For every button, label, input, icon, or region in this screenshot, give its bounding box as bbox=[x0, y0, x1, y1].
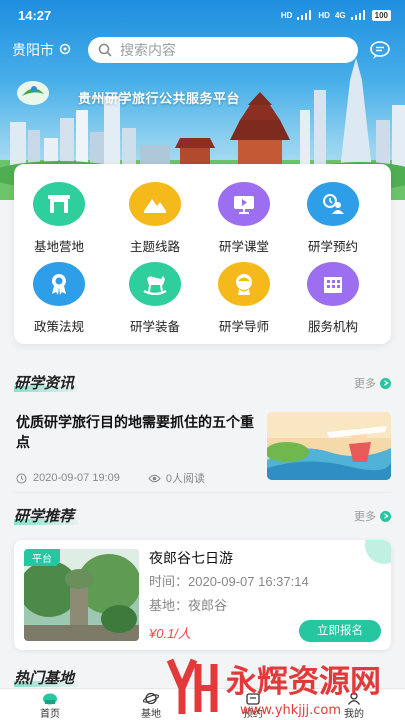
menu-label: 政策法规 bbox=[33, 320, 84, 334]
menu-label: 服务机构 bbox=[307, 320, 358, 334]
recommend-price: ¥0.1/人 bbox=[149, 626, 191, 641]
hd-label-2: HD bbox=[318, 10, 330, 20]
news-section-title: 研学资讯 bbox=[14, 372, 79, 393]
menu-label: 基地营地 bbox=[33, 240, 84, 254]
recommend-time: 时间：2020-09-07 16:37:14 bbox=[149, 574, 309, 589]
news-more-link[interactable]: 更多 bbox=[354, 375, 391, 391]
svg-text:永辉资源网: 永辉资源网 bbox=[226, 664, 381, 700]
recommend-section-title: 研学推荐 bbox=[14, 505, 79, 526]
net-gen-label: 4G bbox=[334, 10, 346, 20]
mountain-icon bbox=[129, 182, 181, 226]
watermark-logo: 永辉资源网 www.yhkjjj.com bbox=[166, 658, 381, 718]
home-icon bbox=[43, 693, 57, 704]
news-time: 2020-09-07 19:09 bbox=[33, 472, 120, 484]
status-time: 14:27 bbox=[18, 7, 52, 23]
planet-icon bbox=[143, 692, 159, 704]
menu-item-policy[interactable]: 政策法规 bbox=[14, 262, 104, 335]
news-title: 优质研学旅行目的地需要抓住的五个重点 bbox=[16, 414, 254, 450]
card-corner-decoration bbox=[365, 540, 391, 564]
gate-icon bbox=[33, 182, 85, 226]
menu-item-equipment[interactable]: 研学装备 bbox=[110, 262, 200, 335]
menu-item-classroom[interactable]: 研学课堂 bbox=[199, 182, 289, 255]
menu-item-service-org[interactable]: 服务机构 bbox=[288, 262, 378, 335]
city-label: 贵阳市 bbox=[12, 42, 54, 58]
status-indicators: HD HD 4G 100 bbox=[280, 9, 391, 21]
message-icon[interactable] bbox=[369, 40, 391, 60]
hot-section-title: 热门基地 bbox=[14, 667, 79, 688]
menu-label: 研学装备 bbox=[129, 320, 180, 334]
location-icon bbox=[59, 43, 71, 55]
section-divider bbox=[14, 492, 391, 493]
top-bar: 贵阳市 搜索内容 bbox=[0, 36, 405, 64]
more-label: 更多 bbox=[354, 378, 376, 390]
chevron-right-icon bbox=[380, 510, 391, 522]
recommend-section-header: 研学推荐 更多 bbox=[14, 505, 391, 527]
search-placeholder: 搜索内容 bbox=[120, 42, 176, 58]
hd-label: HD bbox=[280, 10, 293, 20]
recommend-card[interactable]: 平台 夜郎谷七日游 时间：2020-09-07 16:37:14 基地：夜郎谷 … bbox=[14, 540, 391, 650]
chevron-right-icon bbox=[380, 377, 391, 389]
tab-home[interactable]: 首页 bbox=[20, 691, 80, 720]
city-selector[interactable]: 贵阳市 bbox=[12, 40, 72, 60]
menu-label: 研学预约 bbox=[307, 240, 358, 254]
status-bar: 14:27 HD HD 4G 100 bbox=[0, 0, 405, 30]
news-meta: 2020-09-07 19:09 0人阅读 bbox=[16, 470, 205, 486]
news-views: 0人阅读 bbox=[148, 470, 205, 486]
tab-label: 首页 bbox=[40, 709, 60, 720]
menu-item-base-camp[interactable]: 基地营地 bbox=[14, 182, 104, 255]
teacher-icon bbox=[218, 262, 270, 306]
menu-item-theme-route[interactable]: 主题线路 bbox=[110, 182, 200, 255]
recommend-title: 夜郎谷七日游 bbox=[149, 550, 233, 566]
menu-item-tutor[interactable]: 研学导师 bbox=[199, 262, 289, 335]
badge-icon bbox=[33, 262, 85, 306]
signal-icon-2 bbox=[350, 10, 367, 20]
user-clock-icon bbox=[307, 182, 359, 226]
menu-label: 研学课堂 bbox=[218, 240, 269, 254]
battery-icon: 100 bbox=[371, 9, 391, 21]
more-label: 更多 bbox=[354, 511, 376, 523]
menu-item-booking[interactable]: 研学预约 bbox=[288, 182, 378, 255]
platform-logo bbox=[17, 81, 49, 105]
banner-title: 贵州研学旅行公共服务平台 bbox=[78, 91, 241, 106]
building-icon bbox=[307, 262, 359, 306]
feature-menu: 基地营地 主题线路 研学课堂 研学预约 政策法规 研学装备 研学导师 服务机构 bbox=[14, 164, 391, 344]
eye-icon bbox=[148, 474, 161, 482]
search-icon bbox=[98, 43, 112, 57]
signup-button[interactable]: 立即报名 bbox=[299, 620, 381, 642]
menu-label: 研学导师 bbox=[218, 320, 269, 334]
platform-tag: 平台 bbox=[24, 549, 60, 566]
clock-icon bbox=[16, 473, 27, 483]
recommend-base: 基地：夜郎谷 bbox=[149, 598, 228, 613]
video-icon bbox=[218, 182, 270, 226]
news-item[interactable]: 优质研学旅行目的地需要抓住的五个重点 2020-09-07 19:09 0人阅读 bbox=[14, 404, 391, 490]
news-section-header: 研学资讯 更多 bbox=[14, 372, 391, 394]
menu-label: 主题线路 bbox=[129, 240, 180, 254]
views-count: 0人阅读 bbox=[165, 473, 205, 485]
rocking-horse-icon bbox=[129, 262, 181, 306]
news-thumbnail bbox=[267, 412, 391, 480]
signal-icon bbox=[297, 10, 313, 20]
svg-text:www.yhkjjj.com: www.yhkjjj.com bbox=[240, 703, 341, 718]
recommend-more-link[interactable]: 更多 bbox=[354, 508, 391, 524]
search-input[interactable]: 搜索内容 bbox=[88, 37, 358, 63]
